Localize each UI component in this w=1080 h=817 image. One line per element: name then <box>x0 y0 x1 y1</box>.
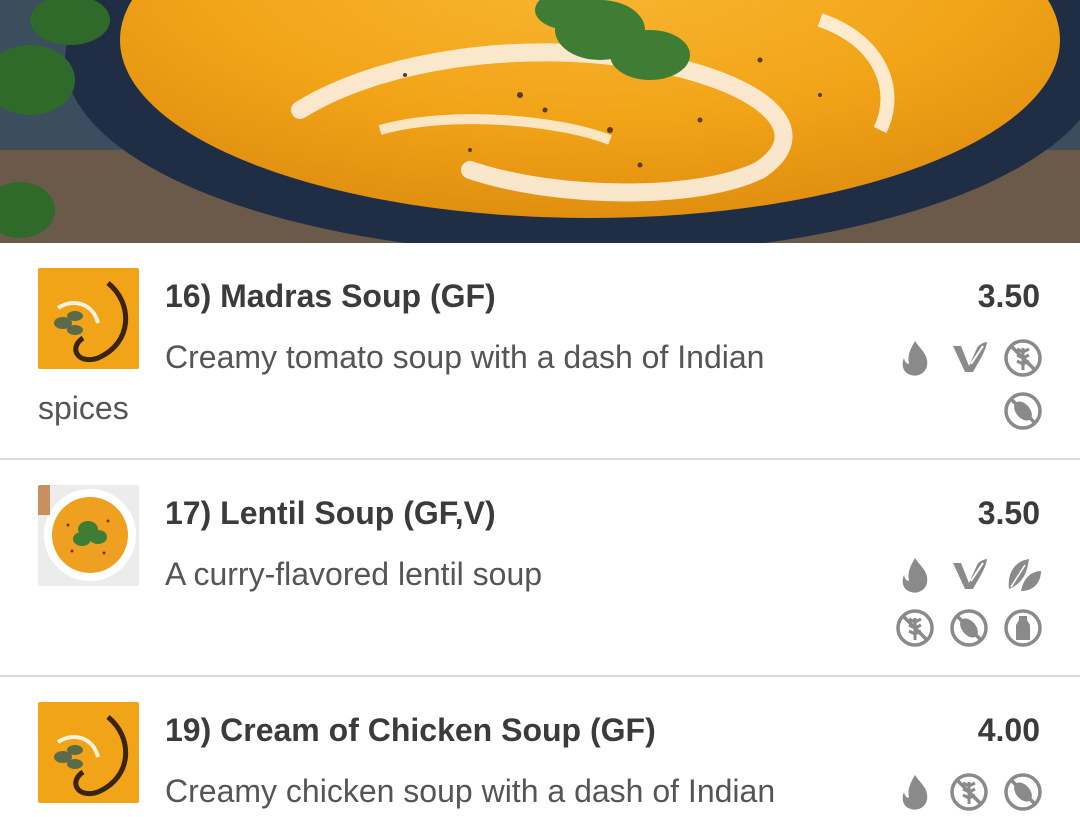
dairy-free-icon <box>1003 608 1043 648</box>
spicy-icon <box>895 772 935 812</box>
nut-free-icon <box>1003 391 1043 431</box>
menu-item-madras-soup[interactable]: 16) Madras Soup (GF) 3.50 Creamy tomato … <box>0 243 1080 460</box>
nut-free-icon <box>1003 772 1043 812</box>
spicy-icon <box>895 338 935 378</box>
nut-free-icon <box>949 608 989 648</box>
item-description: A curry-flavored lentil soup <box>165 556 543 592</box>
menu-item-lentil-soup[interactable]: 17) Lentil Soup (GF,V) 3.50 A curry-flav… <box>0 460 1080 677</box>
dietary-icons <box>883 555 1043 648</box>
item-title: 16) Madras Soup (GF) <box>165 278 496 314</box>
gluten-free-icon <box>1003 338 1043 378</box>
item-description: Creamy chicken soup with a dash of India… <box>165 773 776 809</box>
item-description: Creamy tomato soup with a dash of Indian… <box>38 339 765 426</box>
gluten-free-icon <box>949 772 989 812</box>
item-price: 4.00 <box>977 712 1040 748</box>
item-title: 17) Lentil Soup (GF,V) <box>165 495 496 531</box>
dietary-icons <box>883 338 1043 431</box>
vegan-icon <box>1003 555 1043 595</box>
vegetarian-icon <box>949 555 989 595</box>
gluten-free-icon <box>895 608 935 648</box>
menu-item-cream-of-chicken-soup[interactable]: 19) Cream of Chicken Soup (GF) 4.00 Crea… <box>0 677 1080 817</box>
dietary-icons <box>883 772 1043 812</box>
item-title: 19) Cream of Chicken Soup (GF) <box>165 712 656 748</box>
item-price: 3.50 <box>977 278 1040 314</box>
hero-soup-image <box>0 0 1080 243</box>
vegetarian-icon <box>949 338 989 378</box>
item-price: 3.50 <box>977 495 1040 531</box>
spicy-icon <box>895 555 935 595</box>
